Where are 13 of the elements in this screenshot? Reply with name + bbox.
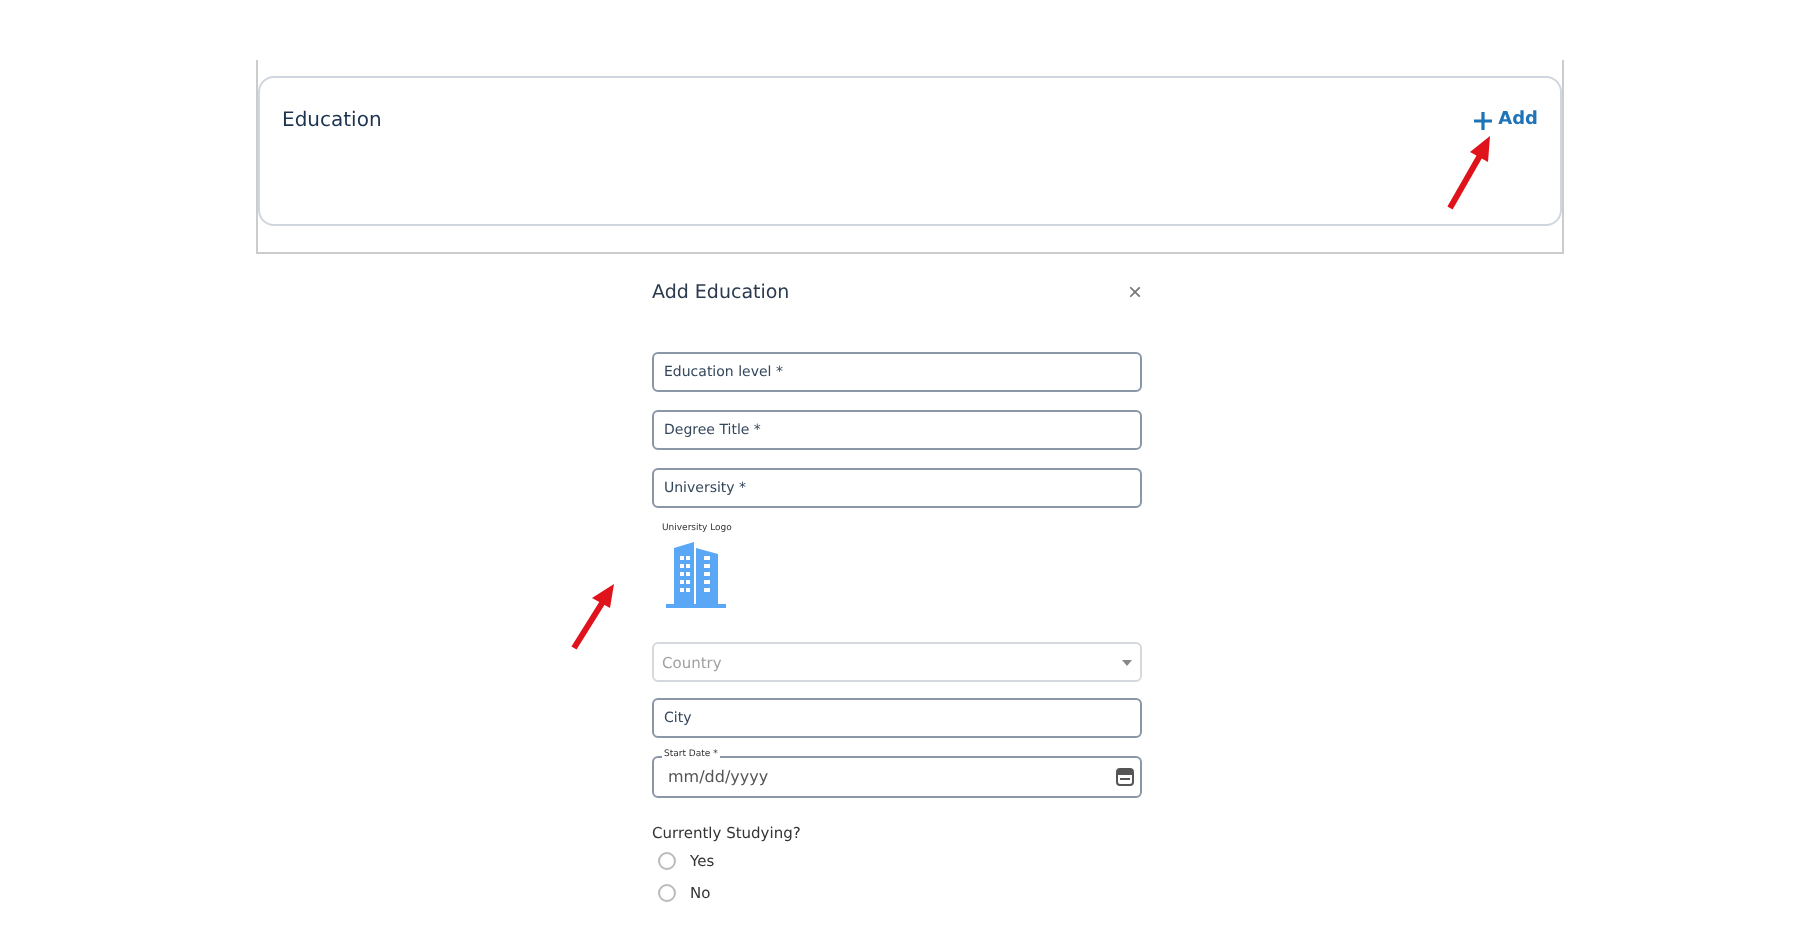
annotation-arrow	[568, 580, 620, 652]
section-title: Education	[282, 110, 382, 132]
plus-icon	[1474, 111, 1493, 129]
dialog-title: Add Education	[652, 281, 790, 303]
date-field[interactable]: mm/dd/yyyy	[652, 756, 1142, 798]
building-icon	[662, 540, 730, 608]
calendar-icon	[1116, 768, 1134, 786]
close-button[interactable]: ×	[1127, 280, 1142, 304]
radio-circle[interactable]	[658, 884, 676, 902]
annotation-arrow	[1444, 132, 1496, 212]
caret-icon	[1122, 659, 1132, 665]
add-button[interactable]: Add	[1474, 110, 1538, 130]
radio-circle[interactable]	[658, 852, 676, 870]
